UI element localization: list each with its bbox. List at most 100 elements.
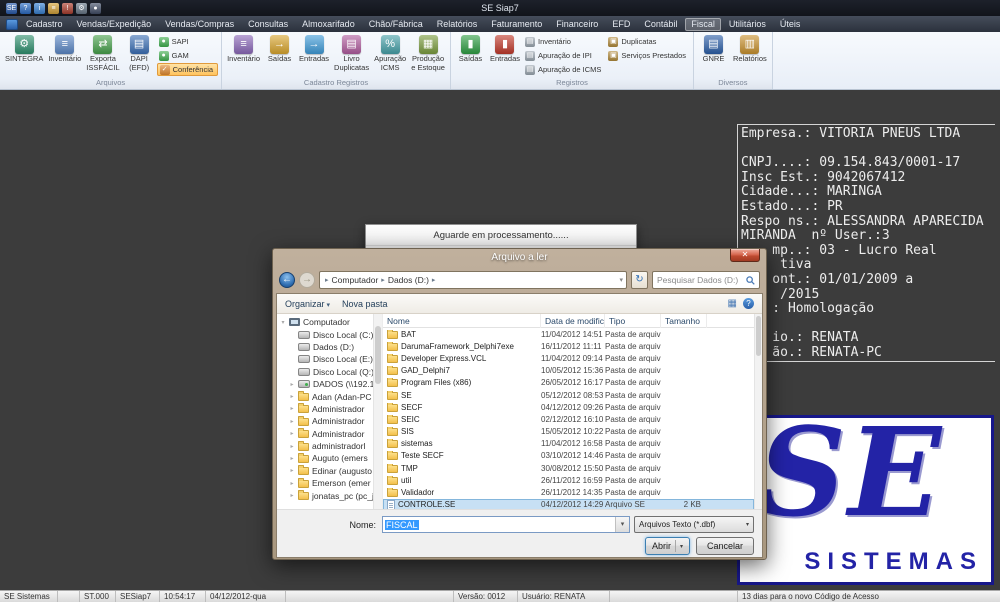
ribbon-button-gam[interactable]: ●GAM bbox=[157, 49, 218, 62]
file-row[interactable]: util26/11/2012 16:59Pasta de arquivos bbox=[383, 474, 754, 486]
open-button[interactable]: Abrir ▾ bbox=[645, 537, 690, 555]
help-button[interactable]: ? bbox=[743, 298, 754, 309]
file-row[interactable]: CONTROLE.SE04/12/2012 14:29Arquivo SE2 K… bbox=[383, 499, 754, 509]
tree-item-edinar-augusto[interactable]: ▸Edinar (augusto bbox=[277, 465, 373, 477]
tab-utilitarios[interactable]: Utilitários bbox=[723, 18, 772, 31]
filename-dropdown-icon[interactable]: ▾ bbox=[615, 517, 629, 532]
tree-item-adan-adan-pc[interactable]: ▸Adan (Adan-PC bbox=[277, 390, 373, 402]
tab-financeiro[interactable]: Financeiro bbox=[550, 18, 604, 31]
back-button[interactable]: ← bbox=[279, 272, 295, 288]
tree-item-auguto-emers[interactable]: ▸Auguto (emers bbox=[277, 452, 373, 464]
ribbon-button-relatorios[interactable]: ▥Relatórios bbox=[731, 34, 769, 65]
ribbon-button-entradas[interactable]: ▮Entradas bbox=[488, 34, 522, 65]
ribbon-group-diversos: ▤GNRE▥RelatóriosDiversos bbox=[694, 32, 773, 89]
tab-consultas[interactable]: Consultas bbox=[242, 18, 294, 31]
file-row[interactable]: Developer Express.VCL11/04/2012 09:14Pas… bbox=[383, 352, 754, 364]
file-row[interactable]: Validador26/11/2012 14:35Pasta de arquiv… bbox=[383, 486, 754, 498]
file-row[interactable]: SEIC02/12/2012 16:10Pasta de arquivos bbox=[383, 413, 754, 425]
breadcrumb-item-computador[interactable]: Computador bbox=[331, 275, 380, 285]
column-header-tamanho[interactable]: Tamanho bbox=[661, 314, 707, 328]
close-button[interactable]: ✕ bbox=[730, 249, 760, 262]
ribbon-button-saidas[interactable]: →Saídas bbox=[263, 34, 296, 65]
tab-uteis[interactable]: Úteis bbox=[774, 18, 807, 31]
dapi-efd-icon: ▤ bbox=[130, 35, 149, 54]
ribbon-button-producao-e-estoque[interactable]: ▦Produção e Estoque bbox=[409, 34, 447, 73]
file-date: 10/05/2012 15:36 bbox=[541, 366, 605, 375]
tab-almoxarifado[interactable]: Almoxarifado bbox=[296, 18, 361, 31]
tree-item-dados-d[interactable]: Dados (D:) bbox=[277, 341, 373, 353]
ribbon-button-dapi-efd[interactable]: ▤DAPI (EFD) bbox=[123, 34, 156, 73]
tree-item-disco-local-c[interactable]: Disco Local (C:) bbox=[277, 328, 373, 340]
file-row[interactable]: BAT11/04/2012 14:51Pasta de arquivos bbox=[383, 328, 754, 340]
file-row[interactable]: Program Files (x86)26/05/2012 16:17Pasta… bbox=[383, 377, 754, 389]
forward-button[interactable]: → bbox=[299, 272, 315, 288]
history-dropdown-icon[interactable]: ▾ bbox=[619, 276, 623, 284]
list-scrollbar[interactable] bbox=[754, 314, 762, 509]
views-button[interactable]: ▦ bbox=[728, 298, 737, 309]
file-row[interactable]: sistemas11/04/2012 16:58Pasta de arquivo… bbox=[383, 438, 754, 450]
info-line: Respo ns.: ALESSANDRA APARECIDA bbox=[741, 215, 995, 230]
tree-item-administrador[interactable]: ▸Administrador bbox=[277, 415, 373, 427]
ribbon-button-inventario[interactable]: ≡Inventário bbox=[225, 34, 262, 65]
ribbon-button-servicos-prestados[interactable]: ▣Serviços Prestados bbox=[606, 49, 690, 62]
scrollbar-thumb[interactable] bbox=[756, 316, 761, 356]
tree-scrollbar[interactable] bbox=[373, 314, 382, 509]
tab-contabil[interactable]: Contábil bbox=[638, 18, 683, 31]
column-header-data-de-modificac[interactable]: Data de modificaç... bbox=[541, 314, 605, 328]
tree-item-administrador[interactable]: ▸Administrador bbox=[277, 403, 373, 415]
ribbon-button-conferencia[interactable]: ✓Conferência bbox=[157, 63, 218, 76]
folder-icon bbox=[387, 489, 398, 497]
ribbon-button-apuracao-icms[interactable]: %Apuração ICMS bbox=[372, 34, 408, 73]
filename-input[interactable]: FISCAL ▾ bbox=[382, 516, 630, 533]
ribbon-button-livro-duplicatas[interactable]: ▤Livro Duplicatas bbox=[332, 34, 371, 73]
app-menu-button[interactable] bbox=[6, 19, 18, 30]
column-header-nome[interactable]: Nome bbox=[383, 314, 541, 328]
file-row[interactable]: GAD_Delphi710/05/2012 15:36Pasta de arqu… bbox=[383, 365, 754, 377]
tab-relatorios[interactable]: Relatórios bbox=[431, 18, 484, 31]
ribbon-button-exporta-issfacil[interactable]: ⇄Exporta ISSFÁCIL bbox=[84, 34, 121, 73]
tree-item-disco-local-e[interactable]: Disco Local (E:) bbox=[277, 353, 373, 365]
tree-item-computador[interactable]: ▾Computador bbox=[277, 316, 373, 328]
file-row[interactable]: SIS15/05/2012 10:22Pasta de arquivos bbox=[383, 426, 754, 438]
tab-chao-fabrica[interactable]: Chão/Fábrica bbox=[363, 18, 429, 31]
tree-item-jonatas-pc-pc-j[interactable]: ▸jonatas_pc (pc_j bbox=[277, 489, 373, 501]
search-input[interactable]: Pesquisar Dados (D:) bbox=[652, 271, 760, 289]
dialog-titlebar[interactable]: Arquivo a ler ✕ bbox=[273, 249, 766, 267]
tab-vendas-expedicao[interactable]: Vendas/Expedição bbox=[71, 18, 158, 31]
ribbon-button-saidas[interactable]: ▮Saídas bbox=[454, 34, 487, 65]
filetype-select[interactable]: Arquivos Texto (*.dbf) ▾ bbox=[634, 516, 754, 533]
file-row[interactable]: TMP30/08/2012 15:50Pasta de arquivos bbox=[383, 462, 754, 474]
file-row[interactable]: SE05/12/2012 08:53Pasta de arquivos bbox=[383, 389, 754, 401]
file-row[interactable]: DarumaFramework_Delphi7exe16/11/2012 11:… bbox=[383, 340, 754, 352]
tab-fiscal[interactable]: Fiscal bbox=[685, 18, 721, 31]
tab-cadastro[interactable]: Cadastro bbox=[20, 18, 69, 31]
ribbon-button-inventario[interactable]: ≡Inventário bbox=[46, 34, 83, 65]
ribbon-button-apuracao-de-icms[interactable]: ▤Apuração de ICMS bbox=[523, 63, 605, 76]
refresh-button[interactable]: ↻ bbox=[631, 271, 648, 289]
new-folder-button[interactable]: Nova pasta bbox=[342, 299, 388, 309]
tree-item-dados-192-1[interactable]: ▸DADOS (\\192.1 bbox=[277, 378, 373, 390]
breadcrumb-separator-icon: ▸ bbox=[381, 276, 385, 284]
organize-button[interactable]: Organizar▾ bbox=[285, 299, 330, 309]
ribbon-button-gnre[interactable]: ▤GNRE bbox=[697, 34, 730, 65]
ribbon-button-inventario[interactable]: ▤Inventário bbox=[523, 35, 605, 48]
tree-item-emerson-emer[interactable]: ▸Emerson (emer bbox=[277, 477, 373, 489]
ribbon-button-duplicatas[interactable]: ▣Duplicatas bbox=[606, 35, 690, 48]
scrollbar-thumb[interactable] bbox=[375, 326, 381, 384]
tab-faturamento[interactable]: Faturamento bbox=[485, 18, 548, 31]
tab-vendas-compras[interactable]: Vendas/Compras bbox=[159, 18, 240, 31]
column-header-tipo[interactable]: Tipo bbox=[605, 314, 661, 328]
file-row[interactable]: Teste SECF03/10/2012 14:46Pasta de arqui… bbox=[383, 450, 754, 462]
tree-item-disco-local-q[interactable]: Disco Local (Q:) bbox=[277, 366, 373, 378]
tab-efd[interactable]: EFD bbox=[606, 18, 636, 31]
cancel-button[interactable]: Cancelar bbox=[696, 537, 754, 555]
breadcrumb-item-dados-d[interactable]: Dados (D:) bbox=[387, 275, 430, 285]
tree-item-administrador[interactable]: ▸Administrador bbox=[277, 428, 373, 440]
file-row[interactable]: SECF04/12/2012 09:26Pasta de arquivos bbox=[383, 401, 754, 413]
breadcrumb[interactable]: ▸Computador▸Dados (D:)▸▾ bbox=[319, 271, 627, 289]
ribbon-button-apuracao-de-ipi[interactable]: ▤Apuração de IPI bbox=[523, 49, 605, 62]
ribbon-button-sapi[interactable]: ●SAPI bbox=[157, 35, 218, 48]
tree-item-administradorl[interactable]: ▸administradorl bbox=[277, 440, 373, 452]
ribbon-button-entradas[interactable]: →Entradas bbox=[297, 34, 331, 65]
ribbon-button-sintegra[interactable]: ⚙SINTEGRA bbox=[3, 34, 45, 65]
